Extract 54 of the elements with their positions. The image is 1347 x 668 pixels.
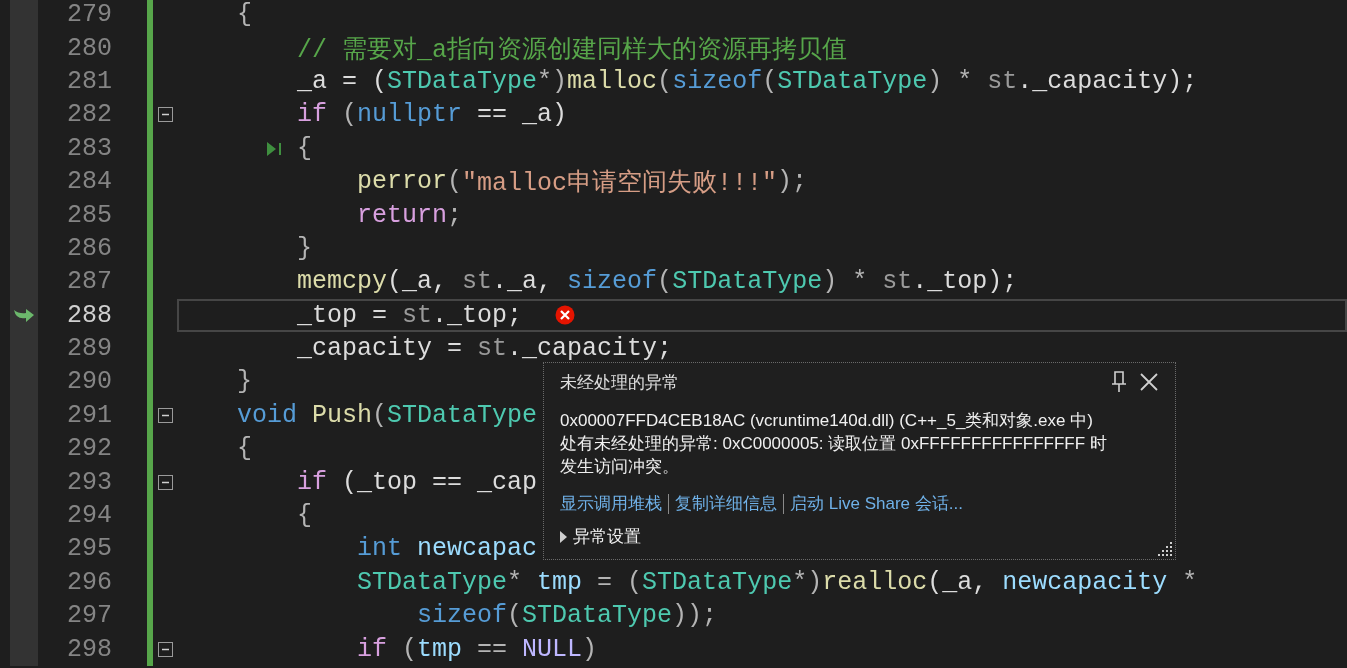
line-number: 293	[67, 467, 112, 497]
code-line: memcpy(_a, st._a, sizeof(STDataType) * st._top);	[297, 266, 1018, 299]
collapse-icon[interactable]	[157, 641, 173, 657]
line-number: 281	[67, 66, 112, 96]
code-line: if (tmp == NULL)	[357, 633, 598, 666]
line-number: 279	[67, 0, 112, 30]
code-line: if (nullptr == _a)	[297, 99, 568, 132]
code-line: perror("malloc申请空间失败!!!");	[357, 166, 808, 199]
resize-grip-icon[interactable]	[1158, 542, 1172, 556]
collapse-icon[interactable]	[157, 107, 173, 123]
collapse-icon[interactable]	[157, 407, 173, 423]
line-number: 298	[67, 634, 112, 664]
line-number: 288	[67, 300, 112, 330]
line-number: 295	[67, 534, 112, 564]
exception-settings-toggle[interactable]: 异常设置	[560, 525, 1159, 548]
code-line: {	[297, 132, 313, 165]
line-number: 296	[67, 567, 112, 597]
code-line: if (_top == _cap	[297, 466, 538, 499]
code-line: }	[237, 366, 253, 399]
code-line: }	[297, 232, 313, 265]
line-number: 286	[67, 233, 112, 263]
code-line: {	[297, 500, 313, 533]
line-number: 292	[67, 434, 112, 464]
code-line: sizeof(STDataType));	[417, 600, 718, 633]
collapse-icon[interactable]	[157, 474, 173, 490]
run-to-cursor-icon[interactable]	[266, 140, 282, 157]
code-line: _capacity = st._capacity;	[297, 333, 673, 366]
popup-title: 未经处理的异常	[560, 371, 680, 394]
code-line: int newcapac	[357, 533, 538, 566]
line-number: 297	[67, 601, 112, 631]
popup-link[interactable]: 显示调用堆栈	[560, 492, 662, 515]
code-line: // 需要对_a指向资源创建同样大的资源再拷贝值	[297, 34, 848, 65]
code-line: _top = st._top;	[297, 298, 576, 332]
exception-message: 0x00007FFD4CEB18AC (vcruntime140d.dll) (C++_5_类和对象.exe 中)处有未经处理的异常: 0xC0000005: 读取位置 0xFFFFFFFFFFFFFFFF 时发生访问冲突。	[560, 410, 1108, 478]
popup-link[interactable]: 复制详细信息	[675, 492, 777, 515]
code-line: {	[237, 0, 253, 32]
close-icon[interactable]	[1139, 372, 1159, 392]
code-line: void Push(STDataType	[237, 399, 538, 432]
code-line: _a = (STDataType*)malloc(sizeof(STDataType) * st._capacity);	[297, 65, 1198, 98]
code-line: STDataType* tmp = (STDataType*)realloc(_a, newcapacity *	[357, 566, 1198, 599]
popup-link[interactable]: 启动 Live Share 会话...	[790, 492, 963, 515]
pin-icon[interactable]	[1111, 371, 1127, 393]
code-line: {	[237, 433, 253, 466]
line-number: 289	[67, 334, 112, 364]
line-number: 282	[67, 100, 112, 130]
line-number: 284	[67, 167, 112, 197]
code-line: return;	[357, 199, 463, 232]
line-number: 291	[67, 400, 112, 430]
line-number: 285	[67, 200, 112, 230]
line-number: 283	[67, 133, 112, 163]
line-number: 294	[67, 501, 112, 531]
line-number: 280	[67, 33, 112, 63]
line-number: 290	[67, 367, 112, 397]
line-number: 287	[67, 267, 112, 297]
